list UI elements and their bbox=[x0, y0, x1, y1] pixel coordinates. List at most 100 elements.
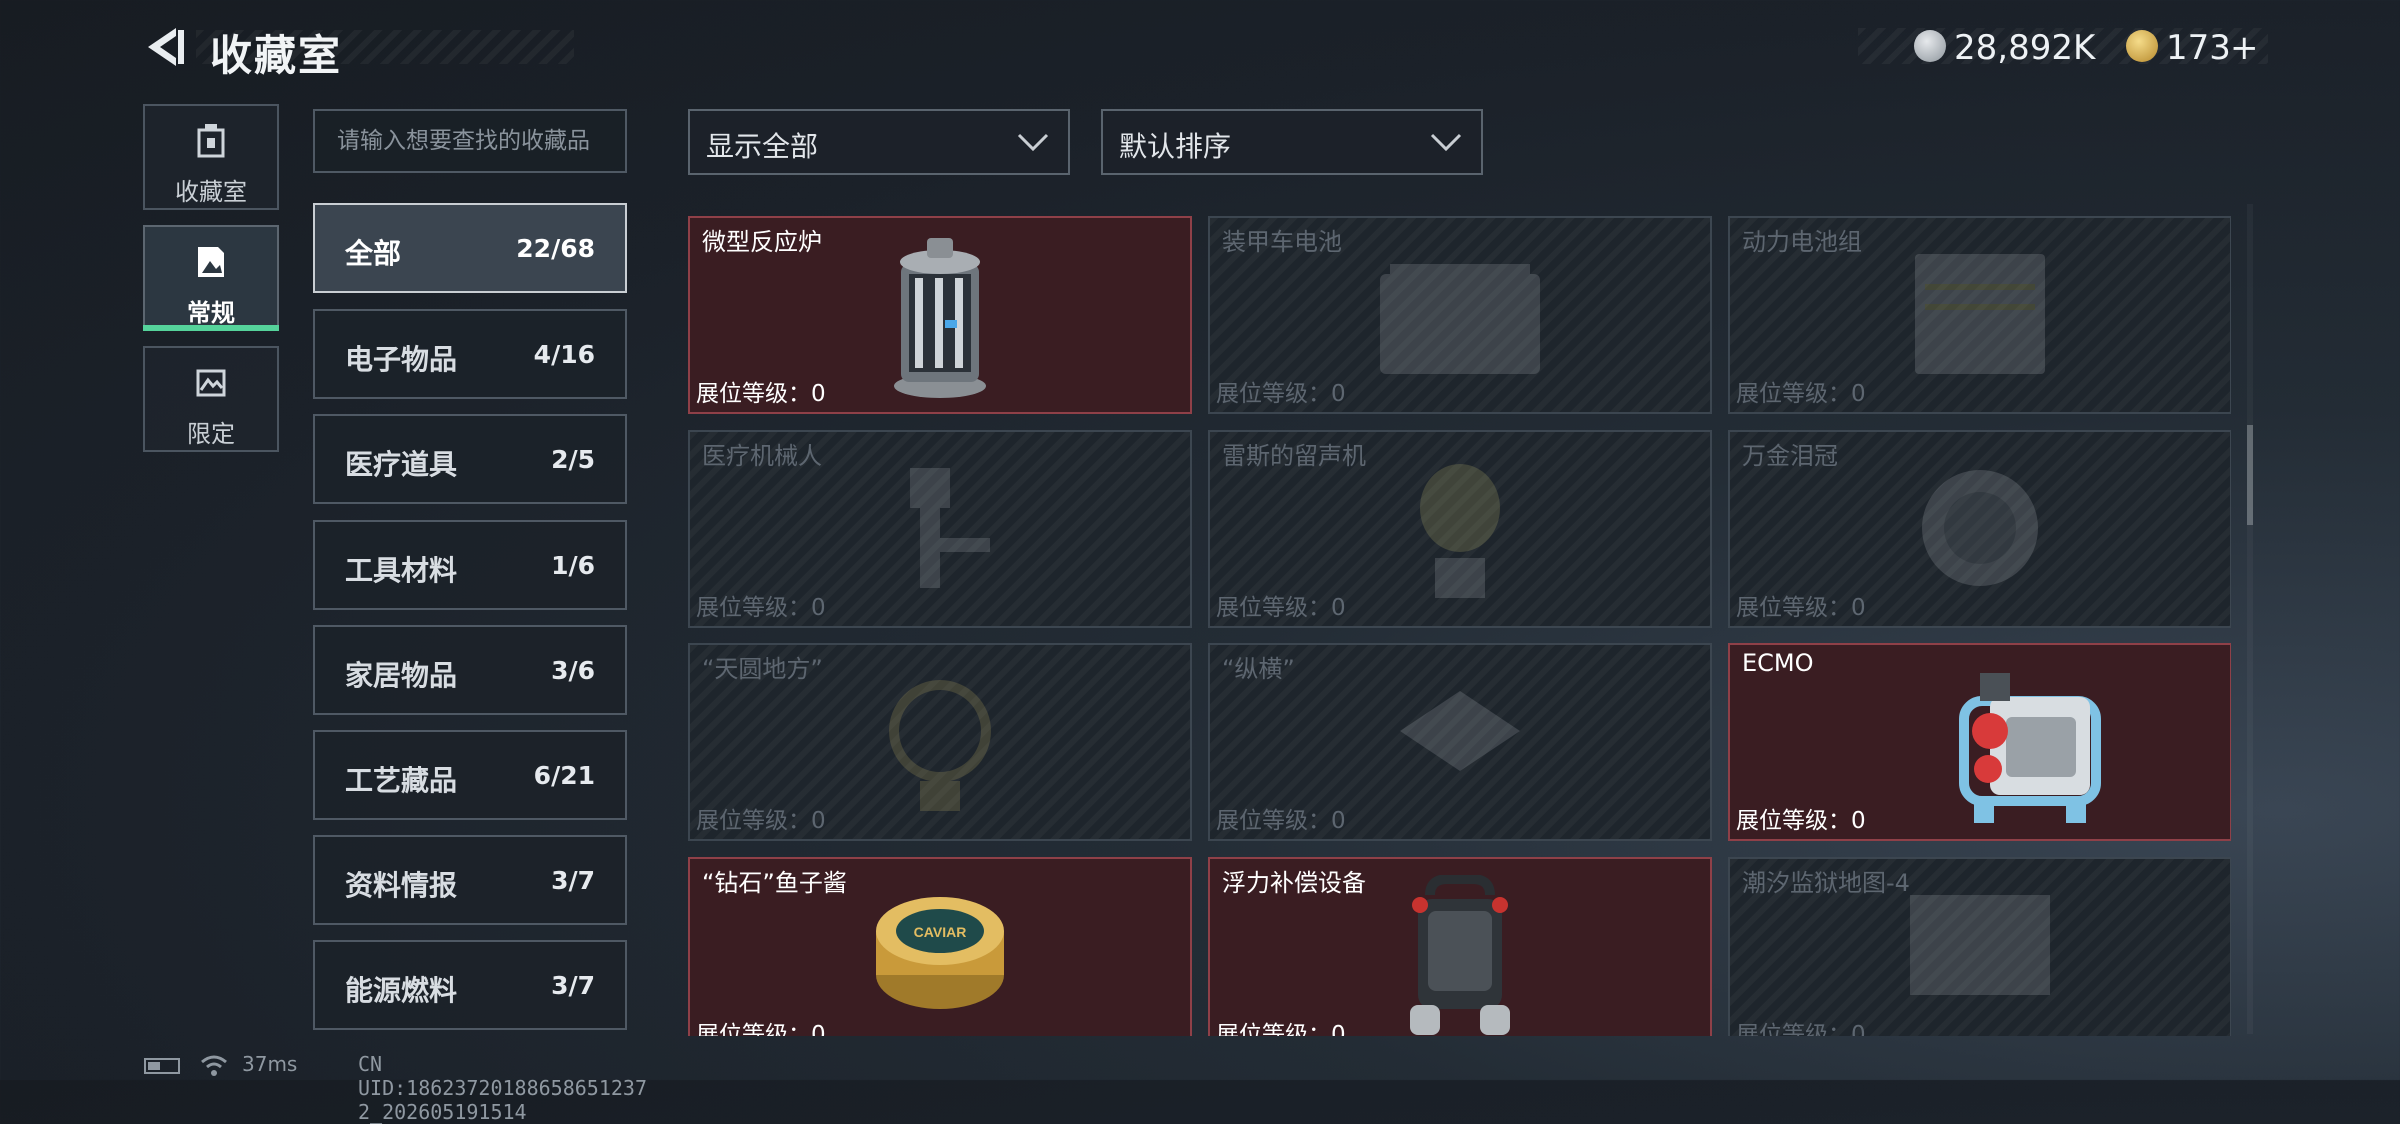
search-input[interactable] bbox=[315, 111, 625, 171]
search-box bbox=[313, 109, 627, 173]
sort-value: 默认排序 bbox=[1119, 130, 1232, 163]
category-electronics[interactable]: 电子物品 4/16 bbox=[313, 309, 627, 399]
silver-coin-icon bbox=[1914, 30, 1946, 62]
collection-grid: 微型反应炉 展位等级：0 装甲车电池 展位等级：0 动力电池组 展位等级：0 医… bbox=[688, 216, 2231, 1036]
item-name: “纵横” bbox=[1222, 655, 1295, 683]
collection-card-micro-reactor[interactable]: 微型反应炉 展位等级：0 bbox=[688, 216, 1192, 414]
category-crafts[interactable]: 工艺藏品 6/21 bbox=[313, 730, 627, 820]
item-name: 潮汐监狱地图-4 bbox=[1742, 869, 1910, 897]
back-button[interactable] bbox=[140, 22, 190, 72]
booth-level: 展位等级：0 bbox=[1216, 1022, 1346, 1036]
category-intel[interactable]: 资料情报 3/7 bbox=[313, 835, 627, 925]
tab-collection-room[interactable]: 收藏室 bbox=[143, 104, 279, 210]
tab-label: 限定 bbox=[187, 420, 235, 448]
category-name: 能源燃料 bbox=[345, 974, 458, 1007]
category-name: 资料情报 bbox=[345, 869, 458, 902]
robot-icon bbox=[910, 468, 990, 588]
category-count: 3/7 bbox=[551, 866, 595, 895]
category-name: 家居物品 bbox=[345, 659, 458, 692]
back-arrow-icon bbox=[148, 28, 184, 66]
booth-level: 展位等级：0 bbox=[696, 1022, 826, 1036]
booth-level: 展位等级：0 bbox=[696, 595, 826, 621]
booth-level: 展位等级：0 bbox=[696, 808, 826, 834]
category-tools[interactable]: 工具材料 1/6 bbox=[313, 520, 627, 610]
add-currency-button[interactable]: + bbox=[2230, 28, 2259, 68]
battery-icon bbox=[1380, 264, 1540, 374]
chevron-down-icon bbox=[1430, 133, 1462, 152]
power-pack-icon bbox=[1915, 254, 2045, 374]
collection-card-gramophone[interactable]: 雷斯的留声机 展位等级：0 bbox=[1208, 430, 1712, 628]
item-name: 装甲车电池 bbox=[1222, 228, 1342, 256]
item-name: 万金泪冠 bbox=[1742, 442, 1838, 470]
battery-icon bbox=[144, 1058, 180, 1074]
caviar-tin-icon: CAVIAR bbox=[876, 897, 1004, 1009]
display-filter-value: 显示全部 bbox=[706, 130, 819, 163]
tab-limited[interactable]: 限定 bbox=[143, 346, 279, 452]
item-name: “天圆地方” bbox=[702, 655, 823, 683]
collection-card-power-pack[interactable]: 动力电池组 展位等级：0 bbox=[1728, 216, 2231, 414]
category-count: 3/6 bbox=[551, 656, 595, 685]
chessboard-icon bbox=[1400, 691, 1520, 771]
gramophone-icon bbox=[1420, 464, 1500, 598]
ping-value: 37ms bbox=[242, 1052, 298, 1076]
tab-regular[interactable]: 常规 bbox=[143, 225, 279, 331]
category-name: 电子物品 bbox=[345, 343, 458, 376]
booth-level: 展位等级：0 bbox=[1216, 595, 1346, 621]
map-icon bbox=[1910, 895, 2050, 995]
document-icon bbox=[198, 247, 224, 277]
category-count: 6/21 bbox=[533, 761, 595, 790]
globe-icon bbox=[889, 680, 991, 811]
silver-amount: 28,892K bbox=[1954, 28, 2096, 68]
sort-dropdown[interactable]: 默认排序 bbox=[1101, 109, 1483, 175]
collection-card-diamond-caviar[interactable]: “钻石”鱼子酱 CAVIAR 展位等级：0 bbox=[688, 857, 1192, 1036]
item-name: “钻石”鱼子酱 bbox=[702, 869, 847, 897]
item-name: 微型反应炉 bbox=[702, 228, 822, 256]
ecmo-machine-icon bbox=[1959, 673, 2101, 823]
booth-level: 展位等级：0 bbox=[1216, 808, 1346, 834]
reactor-icon bbox=[894, 238, 986, 398]
category-name: 医疗道具 bbox=[345, 448, 458, 481]
trash-box-icon bbox=[197, 124, 225, 158]
category-count: 3/7 bbox=[551, 971, 595, 1000]
category-count: 22/68 bbox=[516, 234, 595, 263]
user-uid: CN UID:18623720188658651237 2_2026051915… bbox=[358, 1052, 647, 1124]
booth-level: 展位等级：0 bbox=[1736, 808, 1866, 834]
display-filter-dropdown[interactable]: 显示全部 bbox=[688, 109, 1070, 175]
active-tab-indicator bbox=[143, 325, 279, 331]
currency-bar: 28,892K 173 + bbox=[1858, 28, 2268, 68]
item-name: ECMO bbox=[1742, 649, 1814, 677]
collection-card-armored-battery[interactable]: 装甲车电池 展位等级：0 bbox=[1208, 216, 1712, 414]
booth-level: 展位等级：0 bbox=[696, 381, 826, 407]
gold-amount: 173 bbox=[2166, 28, 2231, 68]
booth-level: 展位等级：0 bbox=[1216, 381, 1346, 407]
category-name: 工具材料 bbox=[345, 554, 458, 587]
collection-card-medical-robot[interactable]: 医疗机械人 展位等级：0 bbox=[688, 430, 1192, 628]
category-household[interactable]: 家居物品 3/6 bbox=[313, 625, 627, 715]
collection-card-zongheng[interactable]: “纵横” 展位等级：0 bbox=[1208, 643, 1712, 841]
crown-icon bbox=[1922, 470, 2038, 586]
page-title: 收藏室 bbox=[210, 31, 343, 80]
collection-card-golden-crown[interactable]: 万金泪冠 展位等级：0 bbox=[1728, 430, 2231, 628]
category-energy[interactable]: 能源燃料 3/7 bbox=[313, 940, 627, 1030]
bcd-vest-icon bbox=[1410, 875, 1510, 1035]
wifi-icon bbox=[201, 1055, 227, 1076]
collection-card-buoyancy-compensator[interactable]: 浮力补偿设备 展位等级：0 bbox=[1208, 857, 1712, 1036]
grid-scrollbar-thumb[interactable] bbox=[2247, 425, 2253, 525]
item-name: 动力电池组 bbox=[1742, 228, 1862, 256]
collection-card-ecmo[interactable]: ECMO 展位等级：0 bbox=[1728, 643, 2231, 841]
landscape-card-icon bbox=[196, 369, 226, 397]
category-medical[interactable]: 医疗道具 2/5 bbox=[313, 414, 627, 504]
collection-card-tide-prison-map[interactable]: 潮汐监狱地图-4 展位等级：0 bbox=[1728, 857, 2231, 1036]
tab-label: 常规 bbox=[187, 299, 235, 327]
booth-level: 展位等级：0 bbox=[1736, 1022, 1866, 1036]
collection-card-tianyuan-difang[interactable]: “天圆地方” 展位等级：0 bbox=[688, 643, 1192, 841]
booth-level: 展位等级：0 bbox=[1736, 381, 1866, 407]
category-all[interactable]: 全部 22/68 bbox=[313, 203, 627, 293]
category-count: 1/6 bbox=[551, 551, 595, 580]
item-name: 雷斯的留声机 bbox=[1222, 442, 1366, 470]
category-count: 4/16 bbox=[533, 340, 595, 369]
category-count: 2/5 bbox=[551, 445, 595, 474]
category-name: 全部 bbox=[345, 237, 402, 270]
gold-coin-icon bbox=[2126, 30, 2158, 62]
caviar-label: CAVIAR bbox=[914, 924, 967, 940]
